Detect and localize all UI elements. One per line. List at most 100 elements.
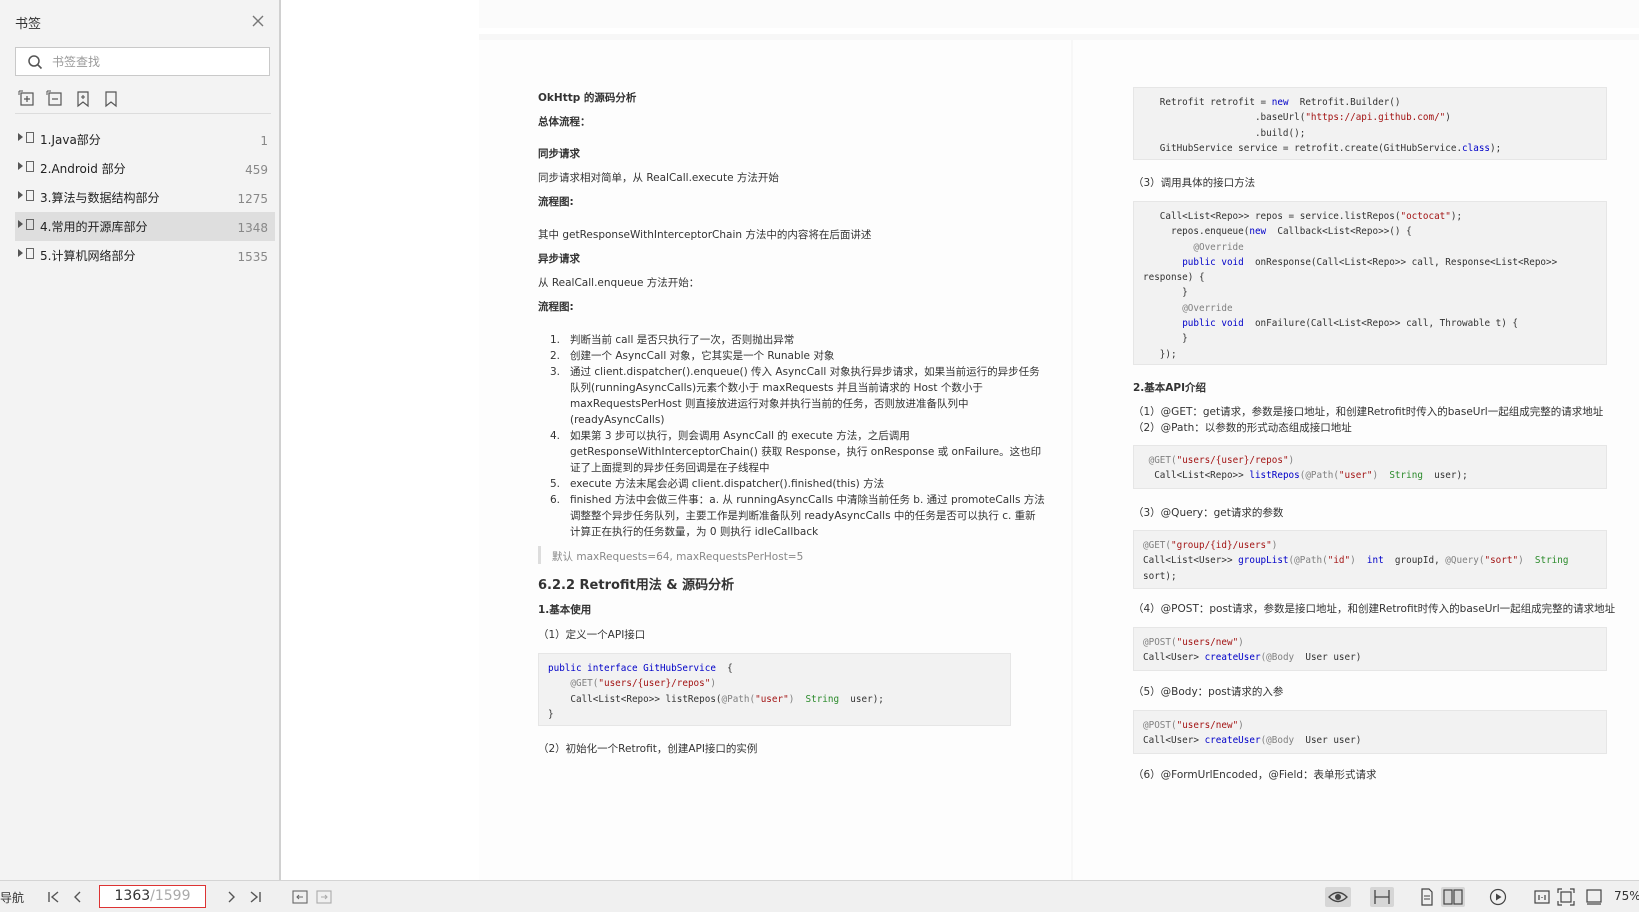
zoom-level[interactable]: 75%: [1614, 889, 1639, 903]
expand-caret-icon[interactable]: [18, 162, 23, 170]
search-input[interactable]: [52, 52, 262, 71]
define-api-label: （1）定义一个API接口: [538, 629, 646, 641]
expand-caret-icon[interactable]: [18, 249, 23, 257]
bookmark-list: 1.Java部分 1 2.Android 部分 459 3.算法与数据结构部分 …: [15, 125, 275, 270]
list-item: 5. execute 方法末尾会必调 client.dispatcher().fi…: [549, 478, 885, 490]
flowchart-label: 流程图:: [538, 196, 574, 208]
interceptor-note: 其中 getResponseWithInterceptorChain 方法中的内…: [538, 229, 872, 241]
code-line: @POST("users/new"): [1143, 637, 1244, 648]
code-block: Call<List<Repo>> repos = service.listRep…: [1133, 201, 1607, 365]
async-steps-list: 1. 判断当前 call 是否只执行了一次，否则抛出异常 2. 创建一个 Async…: [546, 332, 1045, 542]
two-page-icon[interactable]: [1441, 887, 1465, 907]
list-item: 4. 如果第 3 步可以执行，则会调用 AsyncCall 的 execute …: [549, 430, 1042, 474]
code-line: .baseUrl("https://api.github.com/"): [1143, 112, 1451, 124]
sync-request-title: 同步请求: [538, 148, 580, 160]
expand-caret-icon[interactable]: [18, 133, 23, 141]
bookmark-item-android[interactable]: 2.Android 部分 459: [15, 154, 275, 183]
bookmark-item-networking[interactable]: 5.计算机网络部分 1535: [15, 241, 275, 270]
code-block: @GET("users/{user}/repos") Call<List<Rep…: [1133, 445, 1607, 489]
code-line: }: [1143, 333, 1188, 345]
back-view-icon[interactable]: [290, 887, 312, 907]
code-line: @GET("users/{user}/repos"): [1143, 455, 1295, 466]
panel-title: 书签: [15, 17, 42, 32]
list-item: 6. finished 方法中会做三件事：a. 从 runningAsyncCa…: [549, 494, 1045, 538]
bookmark-label: 5.计算机网络部分: [40, 249, 136, 263]
code-line: Call<User> createUser(@Body User user): [1143, 735, 1362, 747]
first-page-icon[interactable]: [44, 887, 66, 907]
code-line: }: [548, 708, 554, 720]
init-retrofit-label: （2）初始化一个Retrofit，创建API接口的实例: [538, 743, 758, 755]
bookmark-label: 4.常用的开源库部分: [40, 220, 148, 234]
expand-caret-icon[interactable]: [18, 220, 23, 228]
code-block: @POST("users/new") Call<User> createUser(…: [1133, 710, 1607, 754]
expand-caret-icon[interactable]: [18, 191, 23, 199]
navigation-label: 导航: [0, 891, 25, 905]
code-block: @POST("users/new") Call<User> createUser(…: [1133, 627, 1607, 671]
code-line: Call<User> createUser(@Body User user): [1143, 652, 1362, 664]
bookmark-page-number: 1535: [237, 250, 268, 264]
code-line: @GET("users/{user}/repos"): [570, 678, 716, 690]
bookmark-page-icon: [26, 219, 34, 230]
code-block: Retrofit retrofit = new Retrofit.Builder…: [1133, 87, 1607, 160]
previous-page-edge: [479, 0, 1639, 34]
previous-page-icon[interactable]: [68, 887, 90, 907]
code-line: repos.enqueue(new Callback<List<Repo>>()…: [1143, 226, 1412, 238]
code-block: public interface GitHubService { @GET("u…: [538, 653, 1011, 726]
bookmark-page-icon: [26, 190, 34, 201]
fit-page-icon[interactable]: [1556, 887, 1578, 907]
bookmark-panel: 书签 1.Java部分 1 2.Android 部分: [0, 0, 281, 880]
bookmark-label: 3.算法与数据结构部分: [40, 191, 160, 205]
bookmark-label: 1.Java部分: [40, 133, 101, 147]
api-query-desc: （3）@Query：get请求的参数: [1133, 507, 1284, 519]
expand-all-icon[interactable]: [18, 90, 38, 110]
play-icon[interactable]: [1488, 887, 1510, 907]
bookmark-item-algorithms[interactable]: 3.算法与数据结构部分 1275: [15, 183, 275, 212]
single-page-icon[interactable]: [1417, 887, 1439, 907]
code-line: @Override: [1182, 302, 1233, 314]
code-line: }: [1143, 287, 1188, 299]
document-margin: [283, 0, 479, 880]
last-page-icon[interactable]: [245, 887, 267, 907]
page-number-input[interactable]: 1363/1599: [99, 885, 206, 908]
bookmark-item-open-source[interactable]: 4.常用的开源库部分 1348: [15, 212, 275, 241]
status-bar: 导航 1363/1599 75%: [0, 880, 1639, 912]
code-line: Call<List<Repo>> repos = service.listRep…: [1143, 211, 1463, 222]
bookmark-page-icon: [26, 132, 34, 143]
basic-use-title: 1.基本使用: [538, 604, 592, 616]
code-line: public void onFailure(Call<List<Repo>> c…: [1182, 318, 1519, 330]
bookmark-page-number: 459: [245, 163, 268, 177]
code-line: });: [1143, 348, 1177, 360]
search-icon: [28, 55, 43, 70]
heading-retrofit: 6.2.2 Retrofit用法 & 源码分析: [538, 578, 735, 593]
next-page-icon[interactable]: [221, 887, 243, 907]
bookmark-page-number: 1275: [237, 192, 268, 206]
code-line: sort);: [1143, 570, 1177, 582]
api-body-desc: （5）@Body：post请求的入参: [1133, 686, 1284, 698]
code-line: Call<List<User>> groupList(@Path("id") i…: [1143, 555, 1569, 567]
list-item: 3. 通过 client.dispatcher().enqueue() 传入 A…: [549, 366, 1040, 426]
forward-view-icon[interactable]: [314, 887, 336, 907]
add-bookmark-icon[interactable]: [74, 90, 94, 110]
bookmark-icon[interactable]: [102, 90, 122, 110]
call-method-label: （3）调用具体的接口方法: [1133, 177, 1256, 189]
code-line: @POST("users/new"): [1143, 720, 1244, 731]
api-form-desc: （6）@FormUrlEncoded，@Field：表单形式请求: [1133, 769, 1377, 781]
actual-size-icon[interactable]: [1532, 887, 1554, 907]
api-get-desc: （1）@GET：get请求，参数是接口地址，和创建Retrofit时传入的bas…: [1133, 406, 1604, 418]
current-page: 1363: [114, 888, 151, 904]
heading-okhttp: OkHttp 的源码分析: [538, 92, 637, 104]
eye-protection-icon[interactable]: [1325, 887, 1351, 907]
collapse-all-icon[interactable]: [46, 90, 66, 110]
code-line: GitHubService service = retrofit.create(…: [1143, 142, 1502, 154]
total-pages: /1599: [150, 888, 191, 904]
async-request-desc: 从 RealCall.enqueue 方法开始：: [538, 277, 700, 289]
code-line: @GET("group/{id}/users"): [1143, 540, 1278, 551]
bookmark-item-java[interactable]: 1.Java部分 1: [15, 125, 275, 154]
api-path-desc: （2）@Path：以参数的形式动态组成接口地址: [1133, 422, 1352, 434]
bookmark-page-icon: [26, 161, 34, 172]
close-icon[interactable]: [249, 12, 267, 30]
divider: [15, 113, 271, 114]
bookmark-search[interactable]: [15, 47, 270, 76]
continuous-scroll-icon[interactable]: [1370, 887, 1394, 907]
fit-width-icon[interactable]: [1584, 887, 1606, 907]
